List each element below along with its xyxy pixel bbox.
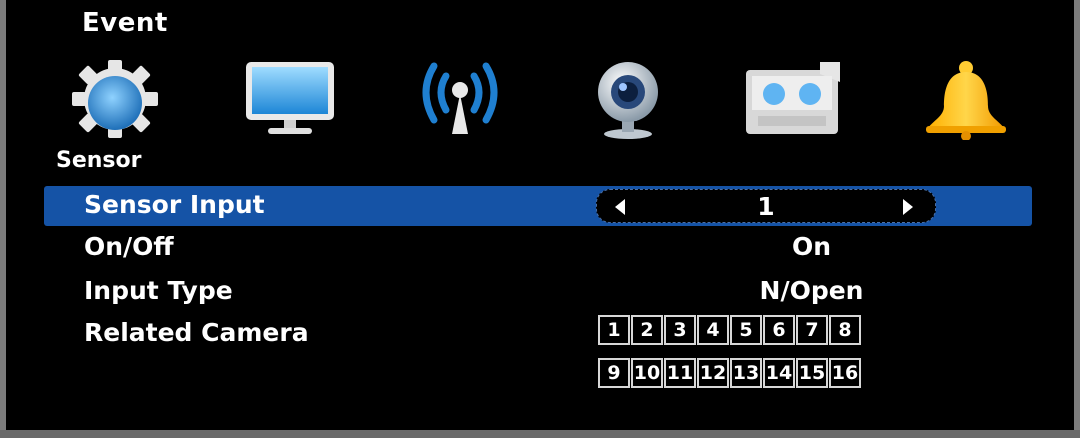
camera-checkbox-row-1: 1 2 3 4 5 6 7 8	[598, 315, 861, 345]
camera-checkbox-1[interactable]: 1	[598, 315, 630, 345]
bell-icon[interactable]	[916, 58, 1016, 140]
input-type-label: Input Type	[84, 276, 233, 305]
gear-icon[interactable]	[64, 58, 164, 140]
camera-checkbox-3[interactable]: 3	[664, 315, 696, 345]
related-camera-row: Related Camera	[44, 314, 1032, 354]
sensor-input-label: Sensor Input	[84, 190, 265, 219]
camera-checkbox-9[interactable]: 9	[598, 358, 630, 388]
antenna-icon[interactable]	[410, 58, 510, 140]
camera-checkbox-6[interactable]: 6	[763, 315, 795, 345]
arrow-right-icon[interactable]	[903, 199, 913, 215]
input-type-row[interactable]: Input Type N/Open	[44, 272, 1032, 312]
monitor-icon[interactable]	[240, 58, 340, 140]
page-title: Event	[82, 8, 168, 38]
camera-checkbox-10[interactable]: 10	[631, 358, 663, 388]
sensor-input-value: 1	[757, 192, 775, 221]
webcam-icon[interactable]	[578, 58, 678, 140]
camera-checkbox-14[interactable]: 14	[763, 358, 795, 388]
bottom-frame-edge	[0, 430, 1080, 438]
camera-checkbox-5[interactable]: 5	[730, 315, 762, 345]
input-type-value[interactable]: N/Open	[644, 276, 979, 305]
camera-checkbox-16[interactable]: 16	[829, 358, 861, 388]
right-frame-edge	[1074, 0, 1080, 438]
camera-checkbox-8[interactable]: 8	[829, 315, 861, 345]
camera-checkbox-4[interactable]: 4	[697, 315, 729, 345]
on-off-row[interactable]: On/Off On	[44, 228, 1032, 268]
on-off-label: On/Off	[84, 232, 174, 261]
camera-checkbox-12[interactable]: 12	[697, 358, 729, 388]
recorder-icon[interactable]	[742, 58, 842, 140]
camera-checkbox-7[interactable]: 7	[796, 315, 828, 345]
camera-checkbox-11[interactable]: 11	[664, 358, 696, 388]
section-title: Sensor	[56, 148, 142, 173]
camera-checkbox-15[interactable]: 15	[796, 358, 828, 388]
camera-checkbox-2[interactable]: 2	[631, 315, 663, 345]
camera-checkbox-13[interactable]: 13	[730, 358, 762, 388]
sensor-input-row[interactable]: Sensor Input 1	[44, 186, 1032, 226]
camera-checkbox-row-2: 9 10 11 12 13 14 15 16	[598, 358, 861, 388]
left-frame-edge	[0, 0, 6, 438]
on-off-value[interactable]: On	[644, 232, 979, 261]
related-camera-label: Related Camera	[84, 318, 309, 347]
sensor-input-spinner[interactable]: 1	[596, 189, 936, 223]
